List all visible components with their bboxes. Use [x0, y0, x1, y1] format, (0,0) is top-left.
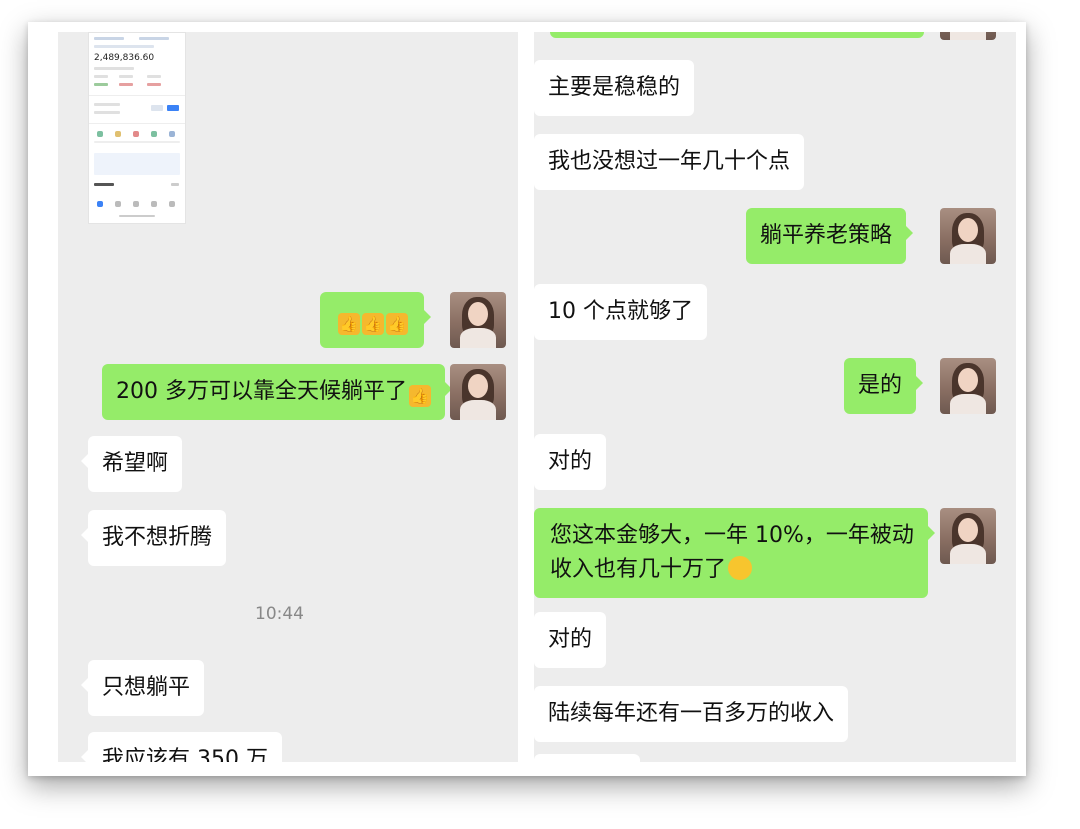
left-chat-panel: 2,489,836.60 👍 👍 👍 200 多万可以靠全天候躺平了 👍 希望啊…: [58, 32, 518, 762]
message-bubble-incoming[interactable]: 希望啊: [80, 436, 183, 492]
thumbs-up-icon: 👍: [338, 313, 360, 335]
message-bubble-incoming-cutoff: [534, 754, 640, 762]
message-timestamp: 10:44: [255, 604, 304, 624]
avatar-icon[interactable]: [450, 292, 506, 348]
message-bubble-outgoing[interactable]: 是的: [844, 358, 924, 414]
message-bubble-outgoing-cutoff: [550, 32, 924, 38]
screenshot-balance: 2,489,836.60: [94, 53, 155, 63]
right-chat-panel: 主要是稳稳的 我也没想过一年几十个点 躺平养老策略 10 个点就够了 是的 对的…: [534, 32, 1016, 762]
avatar-icon[interactable]: [450, 364, 506, 420]
thumbs-up-icon: 👍: [409, 385, 431, 407]
shared-app-screenshot[interactable]: 2,489,836.60: [88, 32, 186, 224]
thumbs-up-icon: 👍: [362, 313, 384, 335]
message-bubble-outgoing[interactable]: 200 多万可以靠全天候躺平了 👍: [102, 364, 452, 420]
message-bubble-incoming[interactable]: 只想躺平: [80, 660, 205, 716]
message-bubble-incoming[interactable]: 我不想折腾: [80, 510, 227, 566]
message-bubble-outgoing[interactable]: 躺平养老策略: [746, 208, 914, 264]
avatar-icon[interactable]: [940, 208, 996, 264]
message-bubble-outgoing[interactable]: 👍 👍 👍: [320, 292, 431, 348]
message-bubble-incoming[interactable]: 陆续每年还有一百多万的收入: [534, 686, 849, 742]
message-bubble-outgoing[interactable]: 您这本金够大，一年 10%，一年被动收入也有几十万了: [534, 508, 935, 598]
message-bubble-incoming[interactable]: 10 个点就够了: [534, 284, 707, 340]
thinking-face-icon: [728, 556, 753, 580]
message-bubble-incoming[interactable]: 我也没想过一年几十个点: [534, 134, 805, 190]
avatar-icon[interactable]: [940, 508, 996, 564]
message-bubble-incoming[interactable]: 主要是稳稳的: [534, 60, 695, 116]
message-bubble-incoming[interactable]: 对的: [534, 434, 607, 490]
avatar-icon[interactable]: [940, 358, 996, 414]
avatar-icon: [940, 32, 996, 40]
screenshot-frame: 2,489,836.60 👍 👍 👍 200 多万可以靠全天候躺平了 👍 希望啊…: [28, 22, 1026, 776]
message-bubble-incoming[interactable]: 我应该有 350 万: [81, 732, 282, 762]
thumbs-up-icon: 👍: [386, 313, 408, 335]
message-bubble-incoming[interactable]: 对的: [534, 612, 607, 668]
